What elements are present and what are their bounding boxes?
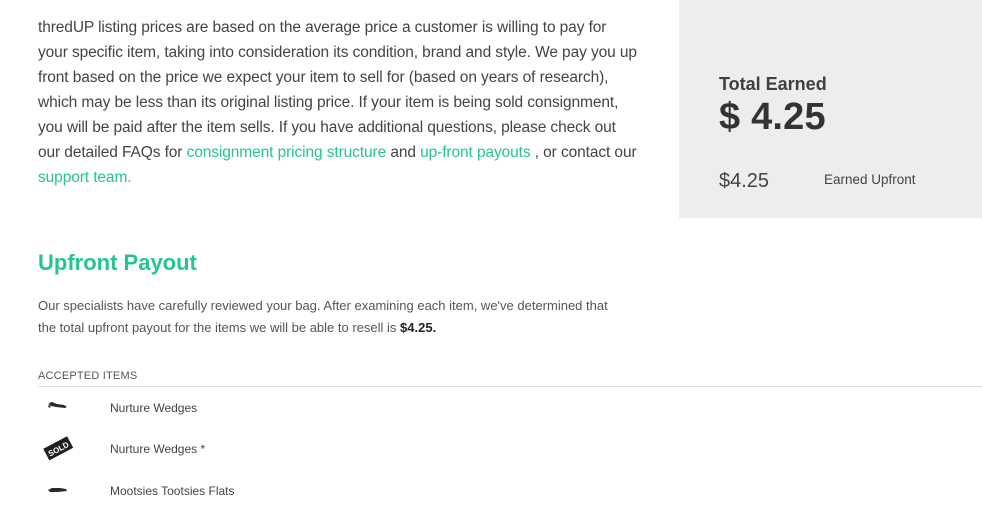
- total-earned-amount: $ 4.25: [719, 96, 826, 138]
- accepted-item-row: Nurture Wedges: [38, 392, 598, 426]
- sold-badge-icon: SOLD: [38, 433, 78, 467]
- item-name: Nurture Wedges: [110, 401, 198, 415]
- support-team-link[interactable]: support team.: [38, 169, 132, 186]
- payout-explanation: thredUP listing prices are based on the …: [38, 15, 638, 190]
- upfront-payout-description: Our specialists have carefully reviewed …: [38, 295, 618, 339]
- accepted-item-row: Mootsies Tootsies Flats: [38, 475, 598, 509]
- earned-upfront-amount: $4.25: [719, 170, 770, 192]
- item-name: Mootsies Tootsies Flats: [110, 484, 235, 498]
- earned-upfront-label: Earned Upfront: [824, 172, 916, 187]
- total-earned-label: Total Earned: [719, 74, 827, 94]
- accepted-item-row: SOLD Nurture Wedges *: [38, 433, 598, 467]
- consignment-pricing-link[interactable]: consignment pricing structure: [187, 144, 387, 161]
- intro-text: thredUP listing prices are based on the …: [38, 19, 637, 161]
- shoe-thumbnail-icon: [38, 392, 78, 426]
- intro-text: , or contact our: [530, 144, 637, 161]
- upfront-payout-title: Upfront Payout: [38, 250, 197, 275]
- earnings-summary-panel: Total Earned $ 4.25 $4.25 Earned Upfront: [679, 0, 982, 218]
- upfront-desc-text: Our specialists have carefully reviewed …: [38, 298, 608, 335]
- upfront-desc-amount: $4.25.: [400, 320, 437, 335]
- accepted-items-header: ACCEPTED ITEMS: [38, 370, 138, 382]
- upfront-payouts-link[interactable]: up-front payouts: [420, 144, 531, 161]
- accepted-items-divider: [38, 386, 982, 387]
- shoe-thumbnail-icon: [38, 475, 78, 509]
- intro-text: and: [386, 144, 421, 161]
- item-name: Nurture Wedges *: [110, 442, 206, 456]
